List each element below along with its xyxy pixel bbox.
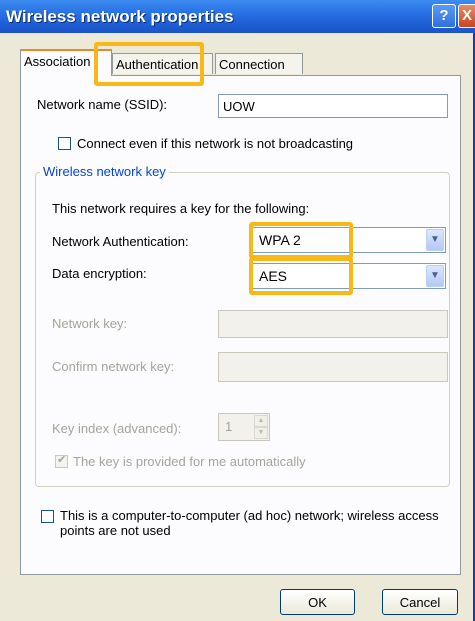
- encryption-select[interactable]: AES ▼: [252, 263, 446, 289]
- key-index-value: 1: [225, 419, 233, 434]
- tab-authentication[interactable]: Authentication: [112, 53, 213, 74]
- broadcast-checkbox[interactable]: [58, 137, 71, 150]
- window-title: Wireless network properties: [6, 7, 234, 26]
- close-button[interactable]: X: [458, 4, 475, 28]
- check-icon: ✔: [57, 454, 67, 466]
- network-key-input[interactable]: [218, 310, 448, 338]
- auth-label: Network Authentication:: [52, 234, 189, 249]
- confirm-key-label: Confirm network key:: [52, 359, 175, 374]
- adhoc-label: This is a computer-to-computer (ad hoc) …: [60, 508, 439, 538]
- broadcast-label: Connect even if this network is not broa…: [77, 136, 354, 151]
- close-icon: X: [461, 7, 472, 24]
- wireless-key-legend: Wireless network key: [40, 164, 169, 179]
- stepper-down-icon[interactable]: ▼: [254, 427, 268, 439]
- title-bar: Wireless network properties ? X: [0, 0, 475, 33]
- stepper-up-icon[interactable]: ▲: [254, 415, 268, 427]
- auth-value: WPA 2: [259, 232, 301, 248]
- key-intro-text: This network requires a key for the foll…: [52, 201, 310, 216]
- encryption-value: AES: [259, 268, 288, 284]
- key-index-label: Key index (advanced):: [52, 421, 182, 436]
- adhoc-checkbox[interactable]: [41, 510, 54, 523]
- ok-button[interactable]: OK: [280, 589, 355, 615]
- tab-connection[interactable]: Connection: [215, 53, 303, 74]
- help-button[interactable]: ?: [432, 4, 456, 28]
- auth-select[interactable]: WPA 2 ▼: [252, 227, 446, 253]
- ssid-input[interactable]: [218, 94, 448, 118]
- auto-key-checkbox[interactable]: ✔: [55, 454, 68, 468]
- ssid-label: Network name (SSID):: [37, 97, 168, 112]
- key-index-stepper[interactable]: 1 ▲ ▼: [218, 413, 270, 441]
- help-icon: ?: [439, 7, 449, 24]
- tab-association[interactable]: Association: [20, 49, 112, 76]
- chevron-down-icon[interactable]: ▼: [426, 229, 444, 251]
- cancel-button[interactable]: Cancel: [382, 589, 458, 615]
- confirm-key-input[interactable]: [218, 352, 448, 382]
- network-key-label: Network key:: [52, 316, 128, 331]
- encryption-label: Data encryption:: [52, 266, 147, 281]
- auto-key-label: The key is provided for me automatically: [73, 454, 306, 469]
- chevron-down-icon[interactable]: ▼: [426, 265, 444, 287]
